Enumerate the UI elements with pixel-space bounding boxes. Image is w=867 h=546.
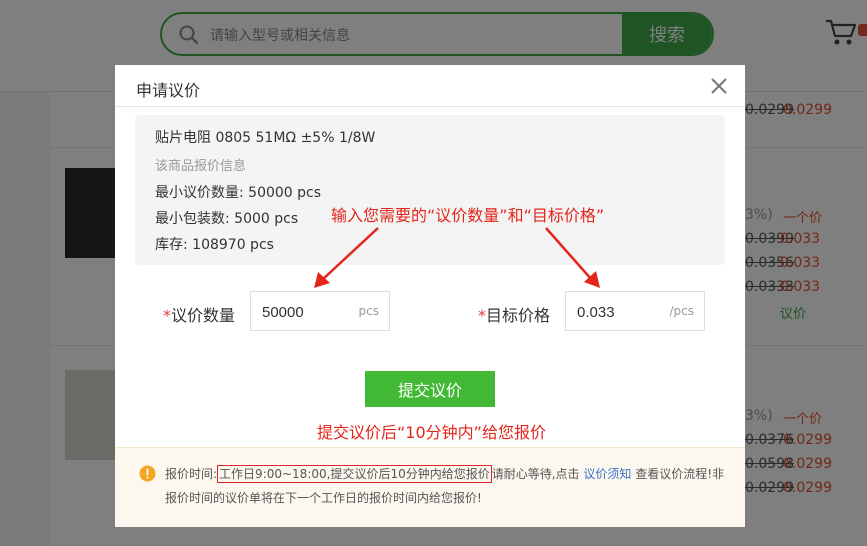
min-quantity: 最小议价数量: 50000 pcs xyxy=(155,185,322,201)
submit-negotiation-button[interactable]: 提交议价 xyxy=(365,371,495,407)
notice-text: 报价时间: 工作日9:00~18:00,提交议价后10分钟内给您报价 请耐心等待,点… xyxy=(165,462,735,510)
notice-box: 报价时间: 工作日9:00~18:00,提交议价后10分钟内给您报价 请耐心等待,点… xyxy=(115,447,745,527)
quantity-unit: pcs xyxy=(358,304,379,318)
dialog-divider xyxy=(115,106,745,107)
notice-mid: 请耐心等待,点击 xyxy=(491,467,584,481)
quantity-label-text: 议价数量 xyxy=(171,306,236,325)
quantity-label: *议价数量 xyxy=(163,302,235,326)
notice-prefix: 报价时间: xyxy=(165,467,218,481)
stock: 库存: 108970 pcs xyxy=(155,237,274,253)
product-info-panel: 贴片电阻 0805 51MΩ ±5% 1/8W 该商品报价信息 最小议价数量: … xyxy=(135,115,725,265)
close-icon[interactable] xyxy=(709,76,729,96)
annotation-bottom: 提交议价后“10分钟内”给您报价 xyxy=(317,423,546,442)
target-price-field[interactable]: /pcs xyxy=(565,291,705,331)
product-name: 贴片电阻 0805 51MΩ ±5% 1/8W xyxy=(155,130,376,146)
target-price-label: *目标价格 xyxy=(478,302,550,326)
target-price-label-text: 目标价格 xyxy=(486,306,551,325)
notice-highlight: 工作日9:00~18:00,提交议价后10分钟内给您报价 xyxy=(217,465,492,483)
negotiate-dialog: 申请议价 贴片电阻 0805 51MΩ ±5% 1/8W 该商品报价信息 最小议… xyxy=(115,65,745,527)
min-package: 最小包装数: 5000 pcs xyxy=(155,211,299,227)
quantity-input[interactable] xyxy=(262,302,352,322)
quantity-field[interactable]: pcs xyxy=(250,291,390,331)
warning-icon xyxy=(139,465,156,482)
annotation-top: 输入您需要的“议价数量”和“目标价格” xyxy=(331,206,605,225)
dialog-title: 申请议价 xyxy=(136,81,201,100)
target-price-input[interactable] xyxy=(577,302,667,322)
target-price-unit: /pcs xyxy=(669,304,694,318)
info-heading: 该商品报价信息 xyxy=(155,159,247,174)
required-mark: * xyxy=(163,306,171,325)
negotiation-guide-link[interactable]: 议价须知 xyxy=(583,467,631,481)
required-mark: * xyxy=(478,306,486,325)
